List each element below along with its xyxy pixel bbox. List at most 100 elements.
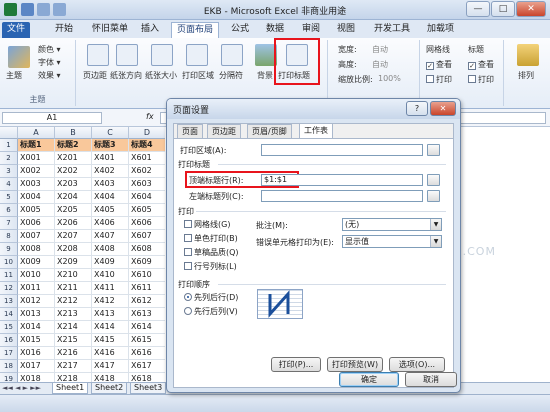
sheet-nav-arrows-icon[interactable]: ◄◄ ◄ ► ►► [2,384,41,392]
row-col-headings-checkbox[interactable]: 行号列标(L) [184,261,237,272]
table-cell[interactable]: X003 [18,178,55,191]
table-cell[interactable]: X011 [18,282,55,295]
table-cell[interactable]: X408 [92,243,129,256]
table-cell[interactable]: X417 [92,360,129,373]
table-cell[interactable]: X210 [55,269,92,282]
table-cell[interactable]: X008 [18,243,55,256]
table-cell[interactable]: X413 [92,308,129,321]
black-white-checkbox[interactable]: 单色打印(B) [184,233,238,244]
over-then-down-radio[interactable]: 先行后列(V) [184,306,238,317]
fonts-button[interactable]: 字体 ▾ [38,57,61,68]
table-cell[interactable]: X406 [92,217,129,230]
maximize-button[interactable]: □ [491,1,515,17]
gridlines-view-checkbox[interactable]: ✓ 查看 [426,59,452,70]
table-cell[interactable]: X616 [129,347,165,360]
header-cell[interactable]: 标题3 [92,139,129,152]
tab-margins[interactable]: 页边距 [207,124,241,138]
ok-button[interactable]: 确定 [339,372,399,387]
table-cell[interactable]: X611 [129,282,165,295]
tab-classic-menu[interactable]: 怀旧菜单 [87,22,133,38]
cell-errors-select[interactable]: 显示值 ▼ [342,235,442,248]
table-cell[interactable]: X211 [55,282,92,295]
tab-header-footer[interactable]: 页眉/页脚 [247,124,292,138]
close-window-button[interactable]: ✕ [516,1,546,17]
table-cell[interactable]: X618 [129,373,165,382]
table-cell[interactable]: X401 [92,152,129,165]
comments-select[interactable]: (无) ▼ [342,218,442,231]
down-then-over-radio[interactable]: 先列后行(D) [184,292,238,303]
table-cell[interactable]: X001 [18,152,55,165]
top-rows-picker-icon[interactable] [427,174,440,186]
table-cell[interactable]: X418 [92,373,129,382]
column-header[interactable]: D [129,127,165,139]
tab-view[interactable]: 视图 [332,22,360,38]
table-cell[interactable]: X603 [129,178,165,191]
table-cell[interactable]: X006 [18,217,55,230]
effects-button[interactable]: 效果 ▾ [38,70,61,81]
tab-addins[interactable]: 加载项 [422,22,459,38]
row-header[interactable]: 15 [0,321,18,334]
row-header[interactable]: 19 [0,373,18,382]
table-cell[interactable]: X610 [129,269,165,282]
tab-page-layout[interactable]: 页面布局 [171,22,220,38]
tab-developer[interactable]: 开发工具 [369,22,415,38]
table-cell[interactable]: X203 [55,178,92,191]
table-cell[interactable]: X607 [129,230,165,243]
headings-view-checkbox[interactable]: ✓ 查看 [468,59,494,70]
table-cell[interactable]: X613 [129,308,165,321]
print-area-field[interactable] [261,144,423,156]
name-box[interactable]: A1 [2,112,102,124]
row-header[interactable]: 11 [0,269,18,282]
table-cell[interactable]: X206 [55,217,92,230]
table-cell[interactable]: X017 [18,360,55,373]
tab-page[interactable]: 页面 [177,124,203,138]
row-header[interactable]: 12 [0,282,18,295]
row-header[interactable]: 16 [0,334,18,347]
table-cell[interactable]: X013 [18,308,55,321]
height-select[interactable]: 自动 [372,59,388,70]
tab-insert[interactable]: 插入 [136,22,164,38]
orientation-button[interactable]: 纸张方向 [110,70,142,81]
print-area-picker-icon[interactable] [427,144,440,156]
table-cell[interactable]: X416 [92,347,129,360]
options-button[interactable]: 选项(O)... [389,357,445,372]
width-select[interactable]: 自动 [372,44,388,55]
table-cell[interactable]: X004 [18,191,55,204]
table-cell[interactable]: X612 [129,295,165,308]
tab-data[interactable]: 数据 [261,22,289,38]
background-button[interactable]: 背景 [257,70,273,81]
table-cell[interactable]: X217 [55,360,92,373]
table-cell[interactable]: X415 [92,334,129,347]
table-cell[interactable]: X609 [129,256,165,269]
row-header[interactable]: 7 [0,217,18,230]
gridlines-checkbox[interactable]: 网格线(G) [184,219,230,230]
print-titles-button[interactable]: 打印标题 [278,70,310,81]
sheet-tab-2[interactable]: Sheet2 [91,383,128,394]
header-cell[interactable]: 标题1 [18,139,55,152]
row-header[interactable]: 9 [0,243,18,256]
table-cell[interactable]: X604 [129,191,165,204]
select-all-corner[interactable] [0,127,18,139]
table-cell[interactable]: X010 [18,269,55,282]
table-cell[interactable]: X014 [18,321,55,334]
arrange-button[interactable]: 排列 [518,70,534,81]
table-cell[interactable]: X209 [55,256,92,269]
table-cell[interactable]: X614 [129,321,165,334]
draft-quality-checkbox[interactable]: 草稿品质(Q) [184,247,239,258]
row-header[interactable]: 4 [0,178,18,191]
row-header[interactable]: 2 [0,152,18,165]
table-cell[interactable]: X606 [129,217,165,230]
row-header[interactable]: 6 [0,204,18,217]
table-cell[interactable]: X617 [129,360,165,373]
table-cell[interactable]: X015 [18,334,55,347]
margins-button[interactable]: 页边距 [83,70,107,81]
sheet-tab-3[interactable]: Sheet3 [130,383,167,394]
table-cell[interactable]: X018 [18,373,55,382]
row-header[interactable]: 5 [0,191,18,204]
print-button[interactable]: 打印(P)... [271,357,321,372]
headings-print-checkbox[interactable]: 打印 [468,74,494,85]
row-header[interactable]: 10 [0,256,18,269]
table-cell[interactable]: X602 [129,165,165,178]
print-preview-button[interactable]: 打印预览(W) [327,357,383,372]
insert-function-icon[interactable]: fx [146,112,154,121]
